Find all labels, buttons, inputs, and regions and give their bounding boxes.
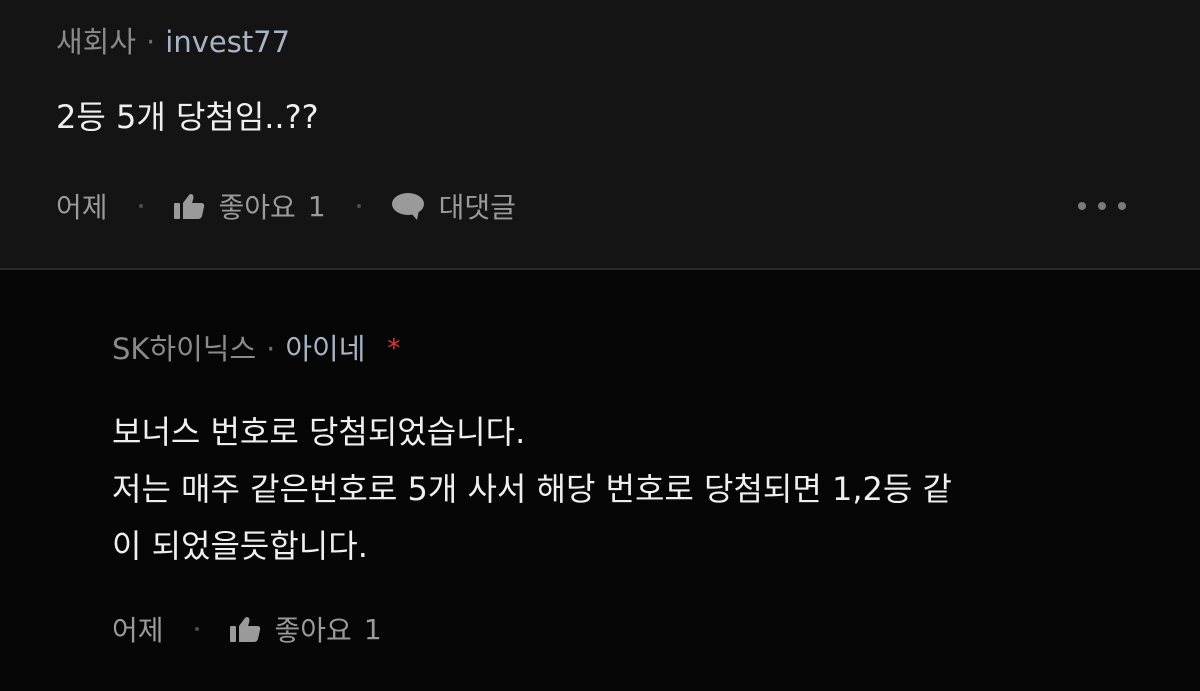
like-count: 1 xyxy=(363,612,382,646)
username-link[interactable]: 아이네 xyxy=(285,332,365,366)
company-label: 새회사 xyxy=(56,25,137,59)
author-marker: * xyxy=(387,334,401,364)
reply-label: 대댓글 xyxy=(438,191,516,224)
reply-actions: 어제 좋아요 1 xyxy=(112,609,382,649)
comment-text: 2등 5개 당첨임..?? xyxy=(56,98,319,136)
comment-card: 새회사 · invest77 2등 5개 당첨임..?? 어제 좋아요 1 대댓… xyxy=(0,0,1200,268)
meta-separator: · xyxy=(266,332,276,366)
more-dots-icon[interactable] xyxy=(1078,197,1126,215)
like-button[interactable]: 좋아요 1 xyxy=(229,609,382,649)
speech-bubble-icon xyxy=(391,192,425,220)
like-count: 1 xyxy=(307,189,326,223)
action-separator-dot xyxy=(138,204,143,208)
thumbs-up-icon xyxy=(173,193,205,220)
reply-button[interactable]: 대댓글 xyxy=(391,186,516,226)
action-separator-dot xyxy=(356,204,361,208)
like-button[interactable]: 좋아요 1 xyxy=(173,186,326,226)
like-label: 좋아요 xyxy=(274,614,352,647)
reply-text-line: 이 되었을듯합니다. xyxy=(112,527,368,565)
meta-separator: · xyxy=(146,25,156,59)
reply-meta: SK하이닉스 · 아이네 * xyxy=(112,332,400,366)
reply-text: 보너스 번호로 당첨되었습니다. 저는 매주 같은번호로 5개 사서 해당 번호… xyxy=(112,404,952,575)
comment-timestamp: 어제 xyxy=(56,191,108,224)
reply-text-line: 보너스 번호로 당첨되었습니다. xyxy=(112,413,526,451)
comment-meta: 새회사 · invest77 xyxy=(56,25,290,59)
reply-text-line: 저는 매주 같은번호로 5개 사서 해당 번호로 당첨되면 1,2등 같 xyxy=(112,470,952,508)
thumbs-up-icon xyxy=(229,616,261,643)
username-link[interactable]: invest77 xyxy=(165,25,290,59)
comment-actions: 어제 좋아요 1 대댓글 xyxy=(56,186,516,226)
company-label: SK하이닉스 xyxy=(112,332,257,366)
action-separator-dot xyxy=(194,627,199,631)
like-label: 좋아요 xyxy=(218,191,296,224)
reply-timestamp: 어제 xyxy=(112,614,164,647)
